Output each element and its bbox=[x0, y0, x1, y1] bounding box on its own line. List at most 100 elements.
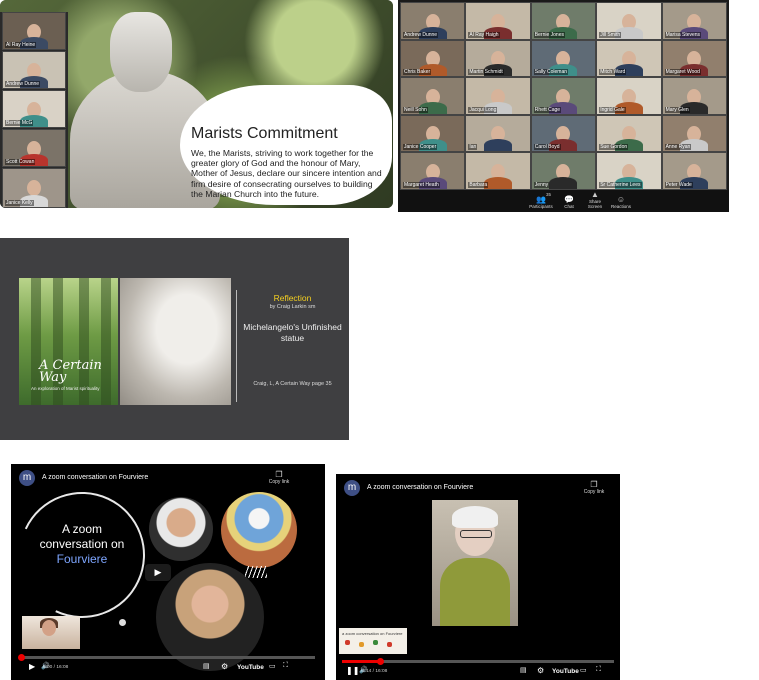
copy-icon: ❐ bbox=[275, 470, 283, 479]
book-cover: A Certain Way An exploration of Marist s… bbox=[19, 278, 118, 405]
participant-tile[interactable]: Peter Wade bbox=[661, 152, 727, 190]
video-title[interactable]: A zoom conversation on Fourviere bbox=[367, 484, 473, 491]
participant-tile[interactable]: Margaret Heath bbox=[400, 152, 466, 190]
participant-tile[interactable]: Margaret Wood bbox=[661, 39, 727, 78]
speaker-photo-young-man bbox=[149, 497, 213, 561]
play-overlay-button[interactable]: ▶ bbox=[145, 564, 171, 581]
participant-name: Andrew Dunne bbox=[5, 81, 41, 87]
marian-painting-photo bbox=[221, 492, 297, 568]
participant-tile[interactable]: Janice Kelly bbox=[2, 168, 66, 208]
participant-name: Al Ray Haigh bbox=[468, 31, 500, 38]
unfinished-statue-image bbox=[120, 278, 231, 405]
participant-tile[interactable]: Rhett Cage bbox=[530, 77, 597, 115]
youtube-embed-2[interactable]: m A zoom conversation on Fourviere ❐ Copy… bbox=[336, 474, 620, 680]
youtube-logo[interactable]: YouTube bbox=[552, 668, 579, 675]
copy-link-button[interactable]: ❐ Copy link bbox=[582, 480, 606, 495]
share-screen-button[interactable]: ▲ Share Screen bbox=[582, 190, 608, 209]
participant-name: Janice Cooper bbox=[403, 144, 438, 151]
participant-tile[interactable]: Neill Sohn bbox=[400, 77, 466, 115]
settings-icon[interactable]: ⚙ bbox=[221, 662, 228, 671]
progress-handle[interactable] bbox=[18, 654, 25, 661]
cast-icon[interactable]: ▭ bbox=[580, 666, 587, 674]
video-title[interactable]: A zoom conversation on Fourviere bbox=[42, 474, 148, 481]
participant-tile[interactable]: Mitch Ward bbox=[596, 39, 662, 78]
participant-tile[interactable]: Jill Smith bbox=[596, 2, 662, 40]
participant-name: Anne Ryan bbox=[664, 144, 692, 151]
progress-fill bbox=[342, 660, 381, 663]
participant-tile[interactable]: Jacqui Long bbox=[465, 77, 531, 115]
participant-name: Mary Glen bbox=[664, 106, 690, 113]
participant-tile[interactable]: Andrew Dunne bbox=[2, 51, 66, 89]
participant-tile[interactable]: Al Ray Haigh bbox=[465, 2, 531, 40]
participant-tile[interactable]: Scott Cowan bbox=[2, 129, 66, 167]
participant-tile[interactable]: Sue Gordon bbox=[596, 114, 662, 153]
zoom-gallery-view: Andrew Dunne Al Ray Haigh Bernie Jones Jill… bbox=[398, 0, 729, 212]
chat-button[interactable]: 💬 Chat bbox=[556, 195, 582, 209]
participant-grid: Andrew Dunne Al Ray Haigh Bernie Jones Jill… bbox=[400, 2, 727, 190]
participant-name: Sr Catherine Lees bbox=[599, 181, 642, 188]
chat-label: Chat bbox=[564, 204, 574, 209]
channel-logo[interactable]: m bbox=[344, 480, 360, 496]
participant-name: Jill Smith bbox=[599, 31, 622, 38]
participant-tile[interactable]: Jenny bbox=[530, 152, 597, 190]
decorative-dot bbox=[119, 619, 126, 626]
participant-tile[interactable]: Sally Coleman bbox=[530, 39, 597, 78]
participant-name: Chris Baker bbox=[403, 69, 432, 76]
participant-tile[interactable]: Andrew Dunne bbox=[400, 2, 466, 40]
reactions-button[interactable]: ☺ Reactions bbox=[608, 195, 634, 209]
participant-tile[interactable]: Marisa Stevens bbox=[661, 2, 727, 40]
participant-tile[interactable]: Bernie McG bbox=[2, 90, 66, 128]
share-screen-label: Share Screen bbox=[587, 199, 603, 209]
reflection-byline: by Craig Larkin sm bbox=[269, 304, 316, 310]
copy-icon: ❐ bbox=[590, 480, 598, 489]
copy-link-label: Copy link bbox=[583, 489, 605, 495]
fullscreen-icon[interactable]: ⛶ bbox=[283, 662, 288, 670]
share-screen-icon: ▲ bbox=[591, 190, 599, 199]
participant-tile[interactable]: Barbara bbox=[465, 152, 531, 190]
participant-name: Scott Cowan bbox=[5, 159, 36, 165]
chat-icon: 💬 bbox=[564, 195, 574, 204]
channel-logo[interactable]: m bbox=[19, 470, 35, 486]
youtube-embed-1[interactable]: m A zoom conversation on Fourviere ❐ Copy… bbox=[1, 464, 325, 680]
participant-tile[interactable]: Bernie Jones bbox=[530, 2, 597, 40]
captions-icon[interactable]: ▤ bbox=[520, 666, 527, 674]
copy-link-button[interactable]: ❐ Copy link bbox=[267, 470, 291, 485]
speaker-video-frame bbox=[432, 500, 518, 626]
participant-tile[interactable]: Mary Glen bbox=[661, 77, 727, 115]
divider bbox=[236, 290, 237, 402]
participant-name: Janice Kelly bbox=[5, 200, 34, 206]
participant-name: Al Ray Heine bbox=[5, 42, 37, 48]
slide-title: A zoom conversation on Fourviere bbox=[27, 522, 137, 567]
participant-tile[interactable]: Janice Cooper bbox=[400, 114, 466, 153]
participant-tile[interactable]: Anne Ryan bbox=[661, 114, 727, 153]
slide-body: We, the Marists, striving to work togeth… bbox=[191, 148, 382, 199]
play-icon[interactable]: ▶ bbox=[29, 662, 35, 671]
youtube-logo[interactable]: YouTube bbox=[237, 664, 264, 671]
progress-bar[interactable] bbox=[18, 654, 315, 661]
participant-tile[interactable]: Ian bbox=[465, 114, 531, 153]
participant-name: Marisa Stevens bbox=[664, 31, 702, 38]
slide-title-line3: Fourviere bbox=[56, 552, 108, 566]
participant-tile[interactable]: Carol Boyd bbox=[530, 114, 597, 153]
fullscreen-icon[interactable]: ⛶ bbox=[596, 666, 601, 674]
progress-bar[interactable] bbox=[342, 658, 614, 665]
captions-icon[interactable]: ▤ bbox=[203, 662, 210, 670]
mini-caption: a zoom conversation on Fourviere bbox=[342, 631, 403, 636]
reflection-subject: Michelangelo's Unfinished statue bbox=[243, 322, 342, 343]
reflection-slide: A Certain Way An exploration of Marist s… bbox=[0, 238, 349, 440]
speaker-photo-older-man bbox=[156, 563, 264, 671]
progress-handle[interactable] bbox=[377, 658, 385, 665]
participant-name: Sally Coleman bbox=[533, 69, 569, 76]
participants-button[interactable]: 👥 Participants bbox=[528, 195, 554, 209]
participant-tile[interactable]: Al Ray Heine bbox=[2, 12, 66, 50]
participant-tile[interactable]: Ingrid Gale bbox=[596, 77, 662, 115]
pause-icon[interactable]: ❚❚ bbox=[346, 666, 359, 675]
participant-tile[interactable]: Martin Schmidt bbox=[465, 39, 531, 78]
settings-icon[interactable]: ⚙ bbox=[537, 666, 544, 675]
decorative-stripes bbox=[245, 566, 267, 578]
participant-name: Neill Sohn bbox=[403, 106, 428, 113]
participant-tile[interactable]: Sr Catherine Lees bbox=[596, 152, 662, 190]
slide-title: Marists Commitment bbox=[191, 125, 338, 142]
cast-icon[interactable]: ▭ bbox=[269, 662, 276, 670]
participant-tile[interactable]: Chris Baker bbox=[400, 39, 466, 78]
